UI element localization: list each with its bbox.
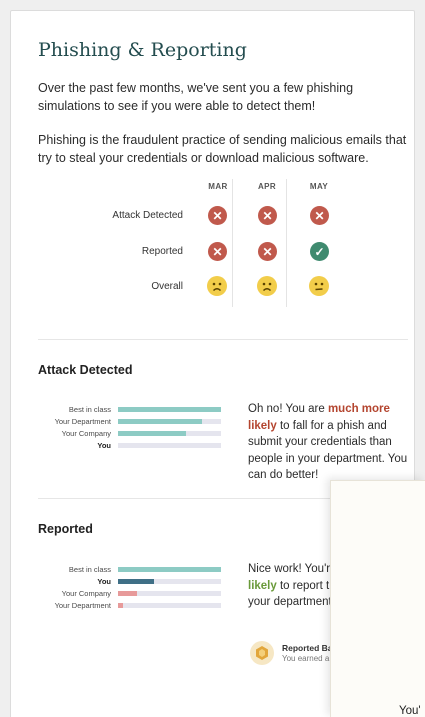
fail-icon: ✕: [208, 242, 227, 261]
bar-label: You: [97, 577, 111, 586]
bar-fill: [118, 579, 154, 584]
bar-label: Your Department: [54, 601, 111, 610]
message-text: Oh no! You are: [248, 403, 328, 415]
bar-track: [118, 579, 221, 584]
bar-fill: [118, 407, 221, 412]
column-divider: [286, 179, 287, 307]
message-text: Nice work! You're: [248, 563, 340, 575]
overlay-text: You': [399, 705, 421, 717]
bar-track: [118, 431, 221, 436]
bar-track: [118, 419, 221, 424]
sad-face-icon: [207, 276, 227, 296]
bar-track: [118, 443, 221, 448]
page-title: Phishing & Reporting: [38, 39, 247, 61]
bar-label: Best in class: [68, 565, 111, 574]
bar-label: Your Department: [54, 417, 111, 426]
bar-fill: [118, 591, 137, 596]
bar-track: [118, 567, 221, 572]
row-label-overall: Overall: [151, 281, 183, 292]
row-label-attack-detected: Attack Detected: [112, 210, 183, 221]
fail-icon: ✕: [258, 206, 277, 225]
sad-face-icon: [257, 276, 277, 296]
section-heading: Attack Detected: [38, 363, 133, 377]
section-heading: Reported: [38, 522, 93, 536]
bar-label: Your Company: [61, 589, 111, 598]
bar-label: Your Company: [61, 429, 111, 438]
badge-icon: [250, 641, 274, 665]
bar-fill: [118, 431, 186, 436]
attack-detected-message: Oh no! You are much more likely to fall …: [248, 401, 408, 484]
month-header: MAY: [309, 182, 329, 191]
fail-icon: ✕: [310, 206, 329, 225]
bar-track: [118, 407, 221, 412]
column-divider: [232, 179, 233, 307]
message-text: your department!: [248, 596, 335, 608]
row-label-reported: Reported: [141, 246, 183, 257]
bar-track: [118, 603, 221, 608]
section-divider: [38, 339, 408, 340]
neutral-face-icon: [309, 276, 329, 296]
bar-label: Best in class: [68, 405, 111, 414]
month-header: APR: [257, 182, 277, 191]
bar-fill: [118, 419, 202, 424]
bar-fill: [118, 603, 123, 608]
definition-paragraph: Phishing is the fraudulent practice of s…: [38, 133, 407, 165]
overlay-panel[interactable]: You': [330, 480, 425, 717]
bar-fill: [118, 567, 221, 572]
check-icon: ✓: [310, 242, 329, 261]
bar-track: [118, 591, 221, 596]
bar-label: You: [97, 441, 111, 450]
message-highlight: likely: [248, 579, 277, 592]
badge-subtitle: You earned a b: [282, 654, 336, 663]
intro-paragraph: Over the past few months, we've sent you…: [38, 81, 354, 113]
fail-icon: ✕: [258, 242, 277, 261]
fail-icon: ✕: [208, 206, 227, 225]
